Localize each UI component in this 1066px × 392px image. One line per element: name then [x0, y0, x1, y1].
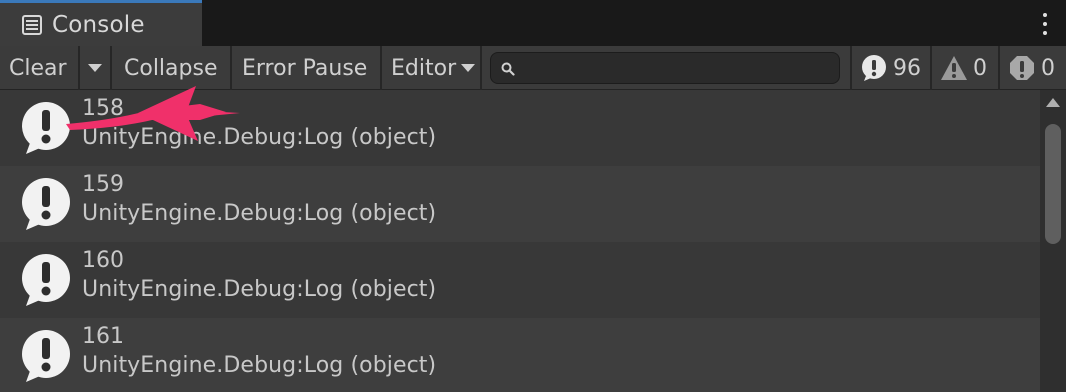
tab-bar: Console — [0, 0, 1066, 46]
log-entry[interactable]: 158 UnityEngine.Debug:Log (object) — [0, 90, 1040, 166]
log-list: 158 UnityEngine.Debug:Log (object) 159 U… — [0, 90, 1040, 392]
chevron-down-icon — [461, 64, 476, 72]
info-log-icon — [22, 178, 70, 230]
info-log-icon — [22, 330, 70, 382]
scrollbar-thumb[interactable] — [1045, 124, 1061, 244]
error-count: 0 — [1041, 55, 1055, 81]
info-log-icon — [22, 254, 70, 306]
collapse-button[interactable]: Collapse — [112, 46, 232, 90]
log-message: UnityEngine.Debug:Log (object) — [82, 353, 437, 378]
console-toolbar: Clear Collapse Error Pause Editor 96 0 0 — [0, 46, 1066, 90]
warning-count-toggle[interactable]: 0 — [930, 46, 998, 90]
log-entry[interactable]: 160 UnityEngine.Debug:Log (object) — [0, 242, 1040, 318]
log-entry[interactable]: 159 UnityEngine.Debug:Log (object) — [0, 166, 1040, 242]
info-log-icon — [862, 55, 886, 81]
search-input[interactable] — [490, 52, 840, 84]
log-message: UnityEngine.Debug:Log (object) — [82, 125, 437, 150]
search-icon — [501, 61, 515, 76]
log-number: 160 — [82, 248, 124, 273]
error-icon — [1010, 56, 1034, 80]
info-log-icon — [22, 102, 70, 154]
collapse-button-label: Collapse — [124, 55, 218, 81]
clear-options-dropdown[interactable] — [80, 46, 112, 90]
kebab-menu-icon[interactable] — [1042, 13, 1048, 35]
log-message: UnityEngine.Debug:Log (object) — [82, 201, 437, 226]
error-count-toggle[interactable]: 0 — [998, 46, 1066, 90]
log-entry[interactable]: 161 UnityEngine.Debug:Log (object) — [0, 318, 1040, 392]
warning-icon — [941, 56, 967, 80]
log-number: 159 — [82, 172, 124, 197]
tab-title: Console — [52, 11, 145, 38]
log-message: UnityEngine.Debug:Log (object) — [82, 277, 437, 302]
clear-button[interactable]: Clear — [0, 46, 80, 90]
console-list-icon — [22, 14, 42, 35]
log-number: 161 — [82, 324, 124, 349]
warning-count: 0 — [973, 55, 987, 81]
vertical-scrollbar[interactable] — [1040, 90, 1066, 392]
scroll-up-arrow-icon[interactable] — [1046, 98, 1060, 107]
error-pause-button[interactable]: Error Pause — [232, 46, 382, 90]
clear-button-label: Clear — [9, 55, 67, 81]
tab-console[interactable]: Console — [0, 0, 202, 46]
log-number: 158 — [82, 96, 124, 121]
error-pause-button-label: Error Pause — [242, 55, 368, 81]
log-count-toggle[interactable]: 96 — [850, 46, 930, 90]
editor-dropdown-label: Editor — [391, 55, 457, 81]
log-count: 96 — [893, 55, 921, 81]
chevron-down-icon — [88, 64, 102, 72]
editor-dropdown[interactable]: Editor — [382, 46, 482, 90]
